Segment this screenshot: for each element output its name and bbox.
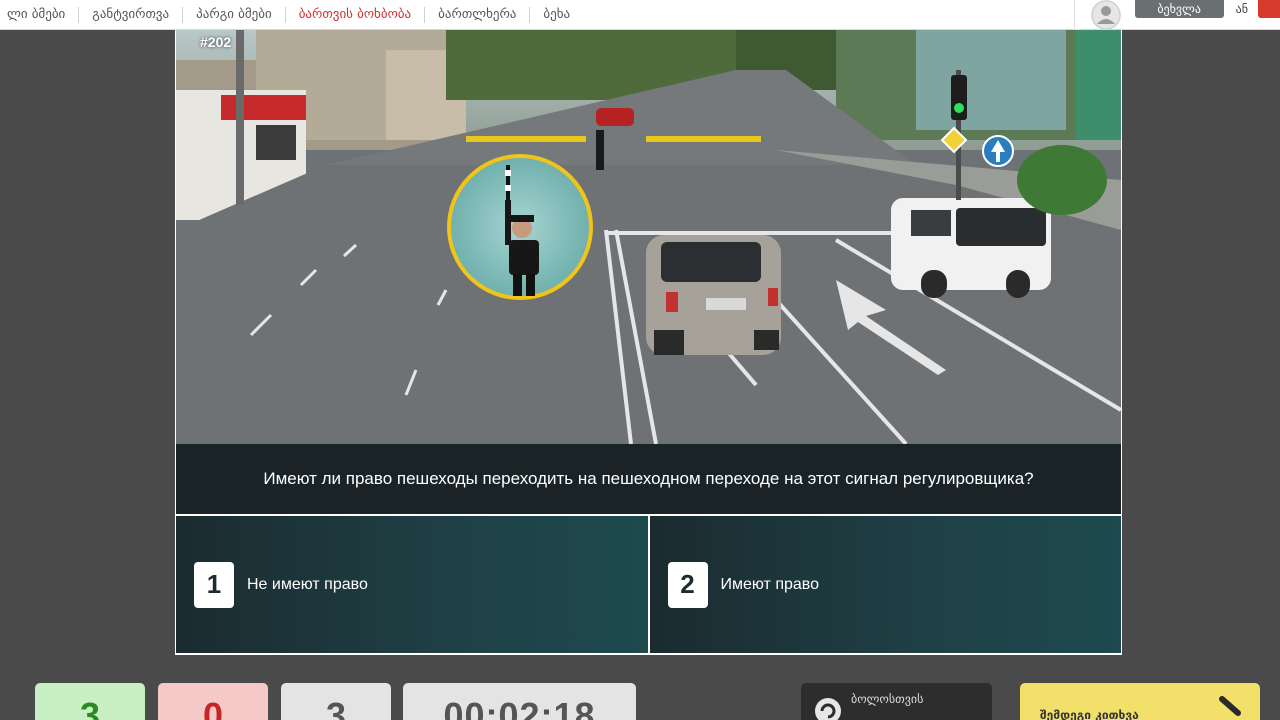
total-count: 3 [281,683,391,720]
arrow-right-icon [1219,696,1241,716]
next-question-label: შემდეგი კითხვა [1040,708,1139,720]
answer-number-1: 1 [194,561,234,608]
to-end-label: ბოლოსთვის [851,692,924,706]
question-card: #202 Имеют ли право пешеходы переходить … [175,30,1122,655]
question-text-bar: Имеют ли право пешеходы переходить на пе… [176,444,1121,514]
nav-right: ბეხვლა ან [1073,0,1280,30]
nav-link-1[interactable]: ლი ბმები [0,6,80,23]
login-button[interactable]: ბეხვლა [1134,0,1224,18]
language-flag-icon[interactable] [1258,0,1280,18]
nav-link-3[interactable]: პარგი ბმები [183,6,286,23]
nav-links: ლი ბმები განტვირთვა პარგი ბმები ბართვის … [0,0,583,29]
user-avatar-icon[interactable] [1090,0,1121,30]
nav-link-6[interactable]: ბეხა [530,7,583,23]
nav-divider [1073,0,1075,30]
answer-options: 1 Не имеют право 2 Имеют право [176,514,1121,653]
answer-text-2: Имеют право [720,575,820,593]
answer-text-1: Не имеют право [247,575,368,593]
question-text: Имеют ли право пешеходы переходить на пе… [263,469,1034,488]
to-end-button[interactable]: ბოლოსთვის [801,683,992,720]
answer-option-2[interactable]: 2 Имеют право [649,516,1121,653]
question-number: #202 [200,34,232,50]
correct-count: 3 [35,683,145,720]
top-navigation: ლი ბმები განტვირთვა პარგი ბმები ბართვის … [0,0,1280,30]
wrong-count: 0 [158,683,268,720]
timer-value: 00:02:18 [443,695,596,720]
nav-link-2[interactable]: განტვირთვა [79,6,184,23]
timer: 00:02:18 [403,683,636,720]
refresh-icon [815,698,841,720]
next-question-button[interactable]: შემდეგი კითხვა [1020,683,1260,720]
wrong-count-value: 0 [202,695,224,720]
question-image: #202 [176,30,1121,444]
intersection-illustration [176,30,1121,444]
answer-number-2: 2 [667,561,708,608]
language-label[interactable]: ან [1236,2,1248,16]
nav-link-5[interactable]: ბართლხერა [425,6,531,23]
nav-link-4[interactable]: ბართვის ბოხბობა [286,6,426,23]
correct-count-value: 3 [79,695,101,720]
total-count-value: 3 [325,695,347,720]
answer-option-1[interactable]: 1 Не имеют право [176,516,648,653]
